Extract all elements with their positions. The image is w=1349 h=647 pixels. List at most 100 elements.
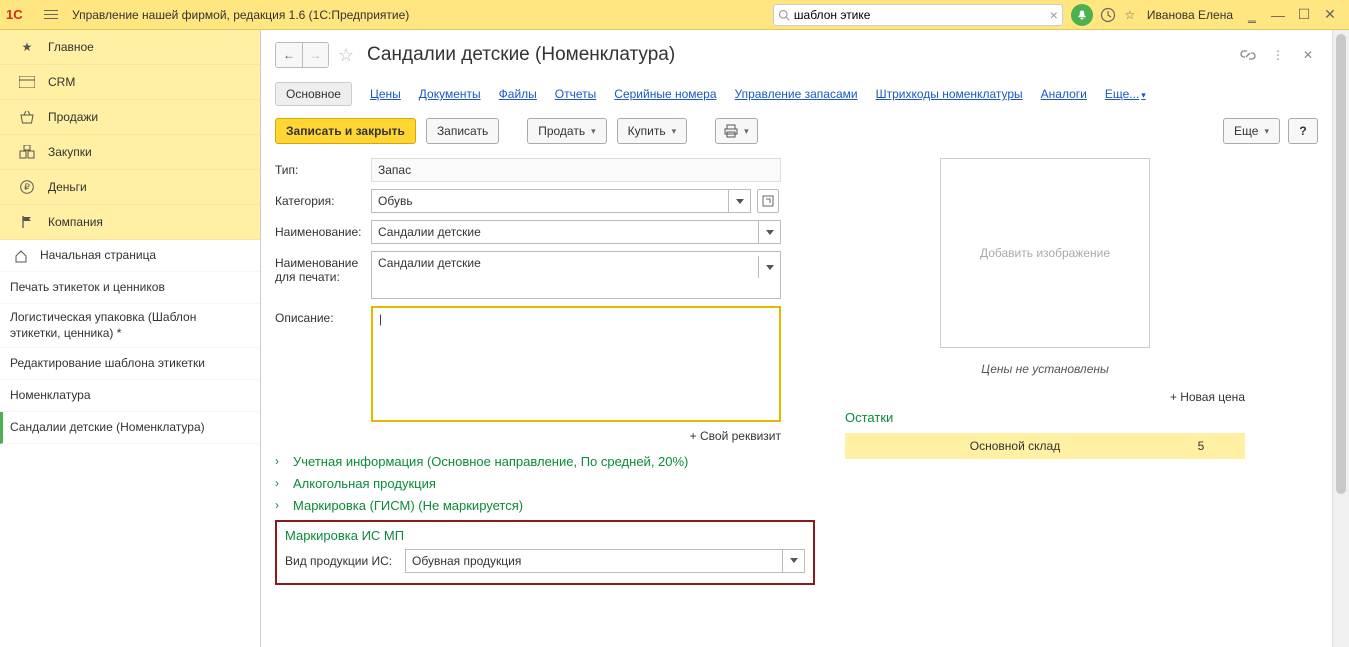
name-value: Сандалии детские <box>378 225 758 239</box>
maximize-button[interactable]: ☐ <box>1291 4 1317 26</box>
collapse-button[interactable]: ‗ <box>1239 4 1265 26</box>
category-field[interactable]: Обувь <box>371 189 751 213</box>
help-button[interactable]: ? <box>1288 118 1318 144</box>
svg-text:₽: ₽ <box>24 182 30 192</box>
image-placeholder[interactable]: Добавить изображение <box>940 158 1150 348</box>
tab-analogs[interactable]: Аналоги <box>1041 87 1087 101</box>
printname-dropdown-icon[interactable] <box>758 256 780 278</box>
ruble-icon: ₽ <box>16 178 38 196</box>
sell-button[interactable]: Продать <box>527 118 606 144</box>
minimize-button[interactable]: — <box>1265 4 1291 26</box>
nav-label: Закупки <box>48 145 92 159</box>
open-label: Сандалии детские (Номенклатура) <box>10 420 205 436</box>
tab-documents[interactable]: Документы <box>419 87 481 101</box>
stock-title: Остатки <box>845 410 1245 425</box>
category-dropdown-icon[interactable] <box>728 190 750 212</box>
add-own-prop[interactable]: Свой реквизит <box>275 429 781 443</box>
favorite-toggle[interactable]: ☆ <box>335 45 357 66</box>
collapse-label: Алкогольная продукция <box>293 475 436 493</box>
buy-button[interactable]: Купить <box>617 118 687 144</box>
close-tab-icon[interactable]: ✕ <box>1298 45 1318 65</box>
open-edit-template[interactable]: Редактирование шаблона этикетки <box>0 348 260 380</box>
name-field[interactable]: Сандалии детские <box>371 220 781 244</box>
open-nomenclature[interactable]: Номенклатура <box>0 380 260 412</box>
open-logistic-pack[interactable]: Логистическая упаковка (Шаблон этикетки,… <box>0 304 260 348</box>
nav-label: Компания <box>48 215 103 229</box>
favorite-star-icon[interactable]: ☆ <box>1119 4 1141 26</box>
scrollbar-thumb[interactable] <box>1336 34 1346 494</box>
nav-main[interactable]: ★Главное <box>0 30 260 65</box>
star-icon: ★ <box>16 38 38 56</box>
collapse-alcohol[interactable]: ›Алкогольная продукция <box>275 475 815 493</box>
open-print-labels[interactable]: Печать этикеток и ценников <box>0 272 260 304</box>
menu-icon[interactable] <box>44 5 64 25</box>
tab-files[interactable]: Файлы <box>499 87 537 101</box>
save-button[interactable]: Записать <box>426 118 499 144</box>
more-button[interactable]: Еще <box>1223 118 1280 144</box>
prices-note: Цены не установлены <box>845 362 1245 376</box>
printname-field[interactable]: Сандалии детские <box>371 251 781 299</box>
tab-more[interactable]: Еще... <box>1105 87 1146 101</box>
nav-company[interactable]: Компания <box>0 205 260 240</box>
vertical-scrollbar[interactable] <box>1332 30 1349 647</box>
description-field[interactable]: | <box>371 306 781 422</box>
open-home[interactable]: Начальная страница <box>0 240 260 272</box>
content-area: ← → ☆ Сандалии детские (Номенклатура) ⋮ … <box>261 30 1332 647</box>
chevron-right-icon: › <box>275 453 287 470</box>
search-clear-icon[interactable]: × <box>1050 7 1058 23</box>
forward-button[interactable]: → <box>302 43 328 67</box>
nav-money[interactable]: ₽ Деньги <box>0 170 260 205</box>
close-button[interactable]: ✕ <box>1317 4 1343 26</box>
toolbar: Записать и закрыть Записать Продать Купи… <box>275 118 1318 144</box>
add-image-label: Добавить изображение <box>980 246 1110 260</box>
tab-prices[interactable]: Цены <box>370 87 401 101</box>
tabs-bar: Основное Цены Документы Файлы Отчеты Сер… <box>275 82 1318 106</box>
new-price-link[interactable]: Новая цена <box>845 390 1245 404</box>
page-title: Сандалии детские (Номенклатура) <box>367 44 675 66</box>
type-field: Запас <box>371 158 781 182</box>
nav-label: Деньги <box>48 180 87 194</box>
stock-row[interactable]: Основной склад 5 <box>845 433 1245 459</box>
open-label: Логистическая упаковка (Шаблон этикетки,… <box>10 310 250 341</box>
nav-label: CRM <box>48 75 75 89</box>
nav-crm[interactable]: CRM <box>0 65 260 100</box>
tab-main[interactable]: Основное <box>275 82 352 106</box>
history-icon[interactable] <box>1097 4 1119 26</box>
marking-dropdown-icon[interactable] <box>782 550 804 572</box>
open-product-card[interactable]: Сандалии детские (Номенклатура) <box>0 412 260 444</box>
username[interactable]: Иванова Елена <box>1147 8 1233 22</box>
category-value: Обувь <box>378 194 728 208</box>
open-label: Печать этикеток и ценников <box>10 280 165 296</box>
printname-label: Наименование для печати: <box>275 251 371 284</box>
print-button[interactable] <box>715 118 758 144</box>
boxes-icon <box>16 143 38 161</box>
global-search[interactable]: × <box>773 4 1063 26</box>
name-label: Наименование: <box>275 220 371 239</box>
save-close-button[interactable]: Записать и закрыть <box>275 118 416 144</box>
nav-arrows: ← → <box>275 42 329 68</box>
home-icon <box>14 249 34 263</box>
notification-bell-icon[interactable] <box>1071 4 1093 26</box>
search-input[interactable] <box>790 8 1050 22</box>
link-icon[interactable] <box>1238 45 1258 65</box>
tab-reports[interactable]: Отчеты <box>555 87 596 101</box>
print-icon <box>724 124 738 138</box>
collapse-accounting[interactable]: ›Учетная информация (Основное направлени… <box>275 453 815 471</box>
name-dropdown-icon[interactable] <box>758 221 780 243</box>
basket-icon <box>16 108 38 126</box>
back-button[interactable]: ← <box>276 43 302 67</box>
collapse-gism[interactable]: ›Маркировка (ГИСМ) (Не маркируется) <box>275 497 815 515</box>
marking-block: Маркировка ИС МП Вид продукции ИС: Обувн… <box>275 520 815 585</box>
tab-stock-mgmt[interactable]: Управление запасами <box>735 87 858 101</box>
app-title: Управление нашей фирмой, редакция 1.6 (1… <box>72 8 409 22</box>
tab-serials[interactable]: Серийные номера <box>614 87 716 101</box>
nav-sales[interactable]: Продажи <box>0 100 260 135</box>
titlebar: 1C Управление нашей фирмой, редакция 1.6… <box>0 0 1349 30</box>
open-label: Начальная страница <box>40 248 156 264</box>
marking-kind-field[interactable]: Обувная продукция <box>405 549 805 573</box>
tab-barcodes[interactable]: Штрихкоды номенклатуры <box>876 87 1023 101</box>
more-menu-icon[interactable]: ⋮ <box>1268 45 1288 65</box>
flag-icon <box>16 213 38 231</box>
category-open-icon[interactable] <box>757 189 779 213</box>
nav-purchases[interactable]: Закупки <box>0 135 260 170</box>
